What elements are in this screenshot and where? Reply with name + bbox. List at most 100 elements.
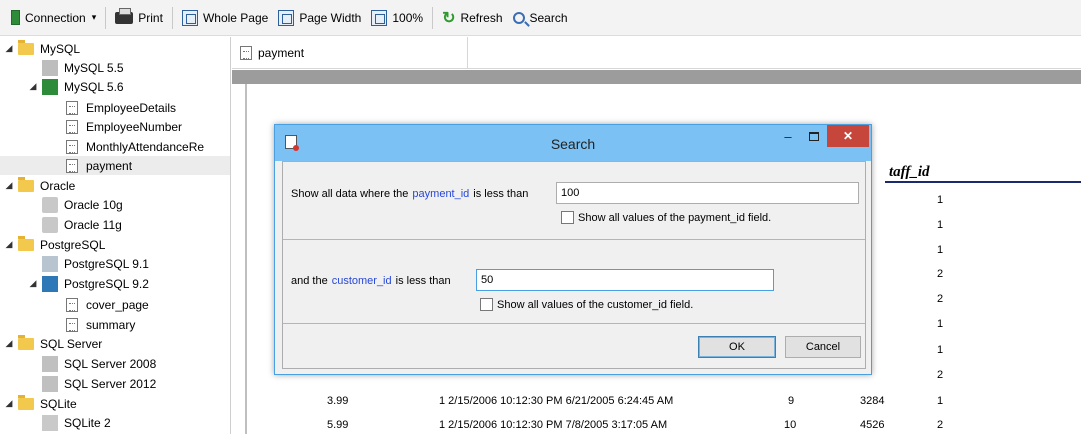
tree-node-pg91[interactable]: PostgreSQL 9.1 bbox=[42, 254, 149, 273]
folder-icon bbox=[18, 334, 34, 350]
folder-icon bbox=[18, 176, 34, 192]
tree-node-monthlyattendance[interactable]: MonthlyAttendanceRe bbox=[64, 137, 204, 156]
tree-node-ss2012[interactable]: SQL Server 2012 bbox=[42, 374, 156, 393]
search-label: Search bbox=[529, 10, 568, 25]
show-all-customer-id-checkbox-row[interactable]: Show all values of the customer_id field… bbox=[480, 298, 693, 311]
date-cell: 1 2/15/2006 10:12:30 PM 7/8/2005 3:17:05… bbox=[439, 419, 668, 431]
tree-node-ss2008[interactable]: SQL Server 2008 bbox=[42, 354, 156, 373]
expanded-arrow-icon[interactable]: ◢ bbox=[4, 239, 14, 250]
expanded-arrow-icon[interactable]: ◢ bbox=[4, 338, 14, 349]
maximize-button[interactable] bbox=[801, 125, 827, 147]
tree-node-oracle[interactable]: ◢ Oracle bbox=[4, 176, 75, 195]
tree-node-label: PostgreSQL bbox=[40, 237, 106, 252]
toolbar-separator bbox=[105, 6, 107, 29]
tree-node-sqlite2[interactable]: SQLite 2 bbox=[42, 413, 111, 432]
zoom-label: 100% bbox=[392, 10, 424, 25]
condition-prefix: Show all data where the bbox=[291, 188, 409, 200]
whole-page-button[interactable]: Whole Page bbox=[177, 4, 273, 32]
tree-node-pg92[interactable]: ◢ PostgreSQL 9.2 bbox=[28, 274, 149, 293]
tree-node-payment[interactable]: payment bbox=[0, 156, 230, 175]
staff-id-value: 1 bbox=[937, 395, 944, 407]
print-button[interactable]: Print bbox=[110, 4, 168, 32]
whole-page-icon bbox=[181, 9, 198, 26]
tree-node-label: SQL Server bbox=[40, 336, 103, 351]
checkbox-label: Show all values of the customer_id field… bbox=[497, 298, 694, 311]
close-button[interactable]: ✕ bbox=[827, 125, 869, 147]
connection-menu-button[interactable]: Connection ▾ bbox=[6, 4, 101, 32]
tree-node-label: PostgreSQL 9.1 bbox=[64, 256, 149, 271]
payment-id-value-input[interactable] bbox=[556, 182, 859, 204]
tree-node-employeenumber[interactable]: EmployeeNumber bbox=[64, 117, 182, 136]
tree-node-mysql[interactable]: ◢ MySQL bbox=[4, 39, 80, 58]
tree-node-employeedetails[interactable]: EmployeeDetails bbox=[64, 98, 176, 117]
tree-node-oracle11g[interactable]: Oracle 11g bbox=[42, 215, 122, 234]
tree-node-mysql56[interactable]: ◢ MySQL 5.6 bbox=[28, 77, 124, 96]
tab-label: payment bbox=[258, 46, 305, 60]
mysql-icon bbox=[42, 59, 58, 76]
staff-id-value: 2 bbox=[937, 293, 944, 305]
connection-tree: ◢ MySQL MySQL 5.5 ◢ MySQL 5.6 EmployeeDe… bbox=[0, 37, 231, 434]
expanded-arrow-icon[interactable]: ◢ bbox=[4, 398, 14, 409]
search-button[interactable]: Search bbox=[508, 4, 573, 32]
zoom-icon bbox=[371, 9, 388, 26]
folder-icon bbox=[18, 394, 34, 410]
tree-node-label: EmployeeNumber bbox=[86, 119, 183, 134]
tree-node-label: MonthlyAttendanceRe bbox=[86, 139, 205, 154]
condition-operator: is less than bbox=[395, 275, 451, 287]
tree-node-label: summary bbox=[86, 317, 136, 332]
tree-node-label: payment bbox=[86, 158, 133, 173]
oracle-icon bbox=[42, 216, 58, 233]
tree-node-summary[interactable]: summary bbox=[64, 315, 135, 334]
page-width-label: Page Width bbox=[299, 10, 362, 25]
expanded-arrow-icon[interactable]: ◢ bbox=[4, 43, 14, 54]
ok-button[interactable]: OK bbox=[698, 336, 776, 358]
page-width-button[interactable]: Page Width bbox=[273, 4, 366, 32]
print-label: Print bbox=[138, 10, 163, 25]
maximize-icon bbox=[809, 131, 819, 141]
tree-node-sqlserver[interactable]: ◢ SQL Server bbox=[4, 334, 102, 353]
show-all-payment-id-checkbox-row[interactable]: Show all values of the payment_id field. bbox=[561, 211, 771, 224]
zoom-100-button[interactable]: 100% bbox=[366, 4, 428, 32]
tree-node-label: EmployeeDetails bbox=[86, 100, 177, 115]
minimize-button[interactable]: – bbox=[775, 125, 801, 147]
cancel-button[interactable]: Cancel bbox=[785, 336, 861, 358]
tree-node-label: Oracle bbox=[40, 178, 76, 193]
refresh-icon: ↻ bbox=[442, 9, 456, 27]
toolbar-separator bbox=[432, 6, 434, 29]
condition-2-label: and the customer_id is less than bbox=[291, 275, 451, 287]
column-header-staff-id: taff_id bbox=[889, 164, 930, 180]
header-rule bbox=[885, 181, 1081, 183]
tree-node-label: cover_page bbox=[86, 297, 149, 312]
expanded-arrow-icon[interactable]: ◢ bbox=[4, 180, 14, 191]
customer-id-value-input[interactable] bbox=[476, 269, 774, 291]
expanded-arrow-icon[interactable]: ◢ bbox=[28, 81, 38, 92]
dialog-title-bar[interactable]: Search – ✕ bbox=[275, 125, 871, 161]
tree-node-sqlite[interactable]: ◢ SQLite bbox=[4, 394, 77, 413]
report-icon bbox=[66, 139, 78, 154]
report-icon bbox=[240, 46, 252, 60]
folder-icon bbox=[18, 235, 34, 251]
refresh-button[interactable]: ↻ Refresh bbox=[437, 4, 507, 32]
tree-node-postgresql[interactable]: ◢ PostgreSQL bbox=[4, 235, 105, 254]
field-name-customer-id: customer_id bbox=[331, 275, 392, 287]
tree-node-cover-page[interactable]: cover_page bbox=[64, 295, 149, 314]
search-icon bbox=[512, 11, 525, 24]
expanded-arrow-icon[interactable]: ◢ bbox=[28, 278, 38, 289]
tab-payment[interactable]: payment bbox=[232, 37, 468, 69]
show-all-customer-id-checkbox[interactable] bbox=[480, 298, 493, 311]
postgresql-icon bbox=[42, 275, 58, 292]
field-name-payment-id: payment_id bbox=[412, 188, 470, 200]
tree-node-label: SQL Server 2008 bbox=[64, 356, 157, 371]
tree-node-oracle10g[interactable]: Oracle 10g bbox=[42, 195, 123, 214]
value-cell: 3284 bbox=[860, 395, 885, 407]
report-top-margin bbox=[232, 70, 1081, 84]
staff-id-value: 2 bbox=[937, 419, 944, 431]
tree-node-label: MySQL bbox=[40, 41, 81, 56]
oracle-icon bbox=[42, 196, 58, 213]
tree-node-label: Oracle 11g bbox=[64, 217, 122, 232]
staff-id-value: 1 bbox=[937, 219, 944, 231]
staff-id-value: 2 bbox=[937, 268, 944, 280]
sql-server-icon bbox=[42, 355, 58, 372]
show-all-payment-id-checkbox[interactable] bbox=[561, 211, 574, 224]
tree-node-mysql55[interactable]: MySQL 5.5 bbox=[42, 58, 124, 77]
